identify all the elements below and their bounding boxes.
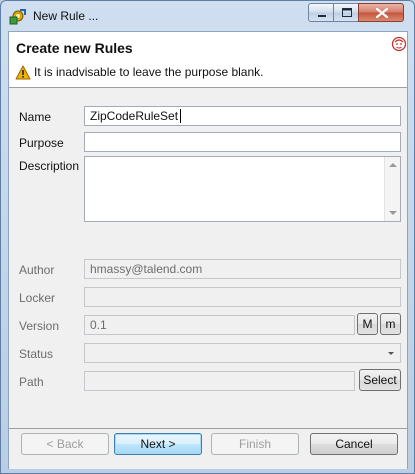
window-title: New Rule ... xyxy=(33,9,99,23)
status-label: Status xyxy=(19,347,54,361)
maximize-icon xyxy=(342,8,352,17)
locker-label: Locker xyxy=(19,291,56,305)
author-value: hmassy@talend.com xyxy=(90,262,203,276)
version-field: 0.1 xyxy=(84,315,355,335)
talend-logo-icon xyxy=(391,36,407,52)
scroll-down-icon[interactable] xyxy=(389,211,397,215)
puzzle-gear-icon xyxy=(9,9,26,25)
description-scrollbar[interactable] xyxy=(384,157,400,221)
close-icon xyxy=(375,7,389,19)
description-label: Description xyxy=(19,159,80,173)
dialog-client-area: Create new Rules It is inadvisable to le… xyxy=(8,31,408,469)
purpose-label: Purpose xyxy=(19,136,64,150)
version-value: 0.1 xyxy=(90,318,107,332)
cancel-button[interactable]: Cancel xyxy=(310,433,398,455)
version-major-button[interactable]: M xyxy=(357,313,378,335)
version-label: Version xyxy=(19,319,60,333)
description-textarea[interactable] xyxy=(84,156,401,222)
locker-field xyxy=(84,287,401,307)
close-button[interactable] xyxy=(358,3,404,22)
text-caret xyxy=(180,109,182,123)
name-field[interactable]: ZipCodeRuleSet xyxy=(84,106,401,126)
warning-message: It is inadvisable to leave the purpose b… xyxy=(34,65,264,79)
chevron-down-icon xyxy=(388,352,394,355)
purpose-field[interactable] xyxy=(84,132,401,152)
name-value: ZipCodeRuleSet xyxy=(90,109,179,123)
minimize-icon xyxy=(318,15,326,17)
warning-icon xyxy=(15,65,31,80)
path-label: Path xyxy=(19,375,44,389)
rule-form: Name ZipCodeRuleSet Purpose Description … xyxy=(9,89,407,429)
maximize-button[interactable] xyxy=(333,3,359,22)
back-button[interactable]: < Back xyxy=(21,433,109,455)
dialog-window: New Rule ... Create new Rules It is inad… xyxy=(0,0,415,474)
author-label: Author xyxy=(19,263,55,277)
path-select-button[interactable]: Select xyxy=(359,369,401,391)
wizard-header: Create new Rules It is inadvisable to le… xyxy=(9,32,407,88)
title-bar[interactable]: New Rule ... xyxy=(1,1,414,31)
name-label: Name xyxy=(19,110,52,124)
minimize-button[interactable] xyxy=(308,3,334,22)
next-button[interactable]: Next > xyxy=(114,433,202,455)
version-minor-button[interactable]: m xyxy=(380,313,401,335)
path-field xyxy=(84,371,355,391)
author-field: hmassy@talend.com xyxy=(84,259,401,279)
page-title: Create new Rules xyxy=(16,40,133,56)
scroll-up-icon[interactable] xyxy=(389,163,397,167)
finish-button[interactable]: Finish xyxy=(211,433,299,455)
status-dropdown[interactable] xyxy=(84,343,401,363)
